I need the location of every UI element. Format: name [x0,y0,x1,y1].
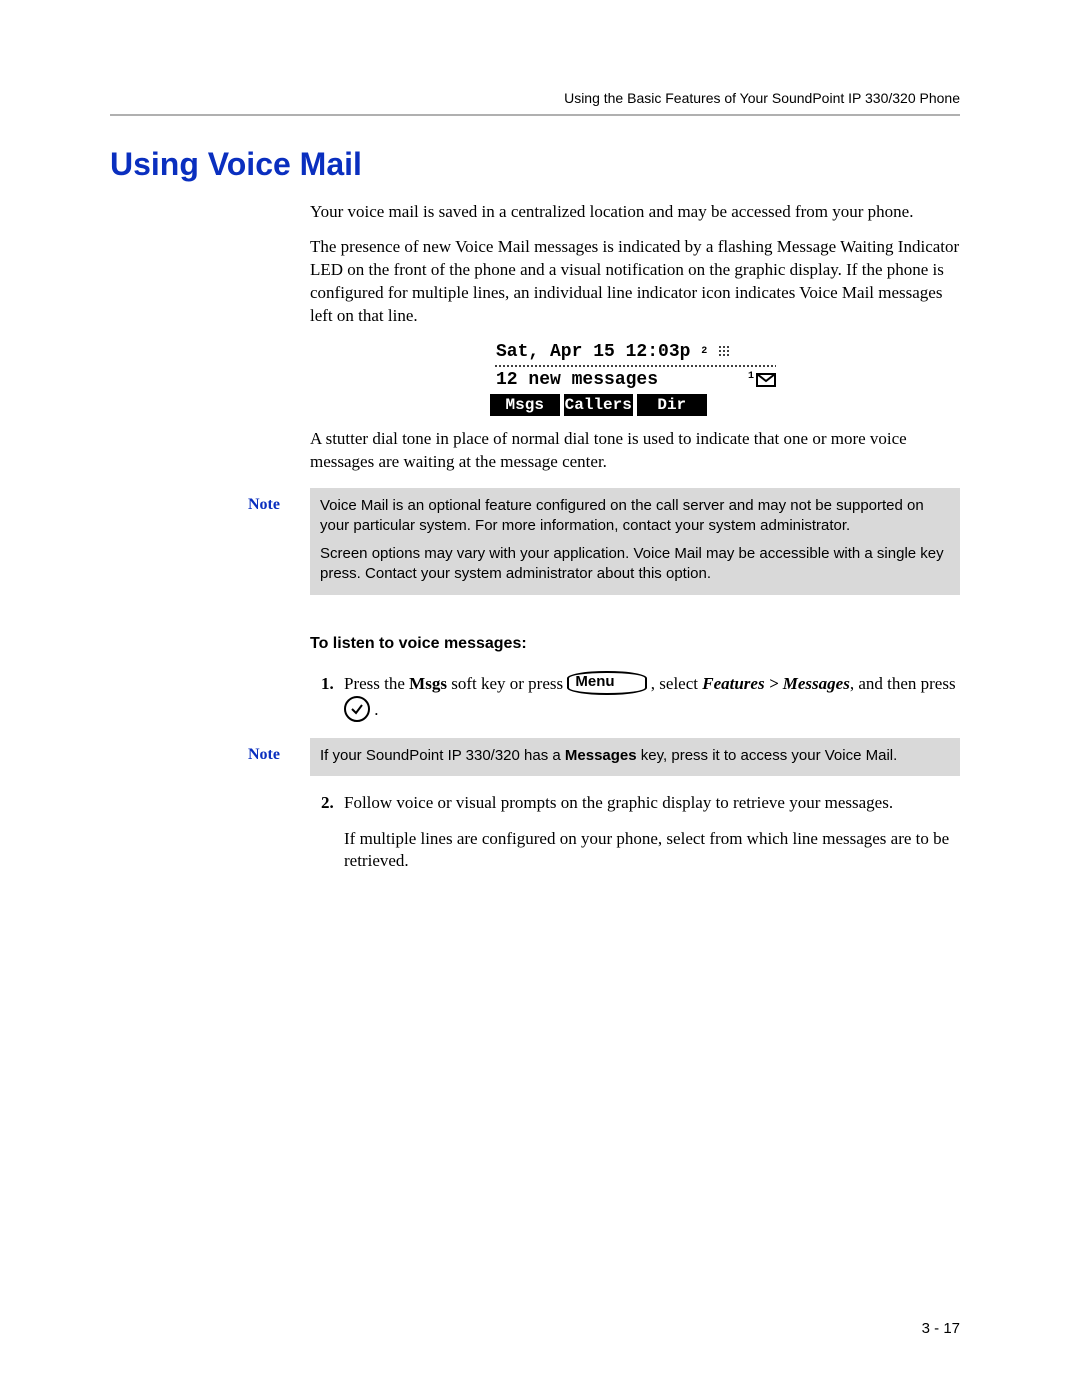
running-header: Using the Basic Features of Your SoundPo… [110,90,960,106]
note-body: If your SoundPoint IP 330/320 has a Mess… [310,738,960,776]
body-column: Your voice mail is saved in a centralize… [310,201,960,474]
note-paragraph: If your SoundPoint IP 330/320 has a Mess… [320,746,950,766]
note-label: Note [248,738,310,776]
note-paragraph: Voice Mail is an optional feature config… [320,496,950,537]
step-text-bold: Msgs [409,674,447,693]
note-text: If your SoundPoint IP 330/320 has a [320,747,565,764]
step-text: soft key or press [447,674,567,693]
softkey-blank [711,394,781,416]
step-list: Follow voice or visual prompts on the gr… [310,790,960,873]
note-text: key, press it to access your Voice Mail. [637,747,898,764]
phone-lcd: Sat, Apr 15 12:03p 2 12 new messages 1 [490,340,780,416]
grid-icon [718,345,730,357]
paragraph: Your voice mail is saved in a centralize… [310,201,960,224]
document-page: Using the Basic Features of Your SoundPo… [0,0,1080,1397]
note-block: Note If your SoundPoint IP 330/320 has a… [248,738,960,776]
section-title: Using Voice Mail [110,146,960,183]
lcd-message-row: 12 new messages 1 [490,368,780,392]
menu-path: Features > Messages [702,674,850,693]
body-column: To listen to voice messages: Press the M… [310,635,960,724]
body-column: Follow voice or visual prompts on the gr… [310,790,960,873]
note-paragraph: Screen options may vary with your applic… [320,544,950,585]
lcd-softkey-row: Msgs Callers Dir [490,394,780,416]
procedure-heading: To listen to voice messages: [310,635,960,653]
paragraph: The presence of new Voice Mail messages … [310,236,960,328]
paragraph: A stutter dial tone in place of normal d… [310,428,960,474]
lcd-message-text: 12 new messages [496,370,658,390]
lcd-msg-count: 1 [748,371,754,382]
step-text: Press the [344,674,409,693]
step-item: Follow voice or visual prompts on the gr… [338,790,960,873]
softkey: Dir [637,394,707,416]
softkey: Msgs [490,394,560,416]
step-item: Press the Msgs soft key or press Menu , … [338,671,960,724]
envelope-icon: 1 [748,373,776,387]
note-label: Note [248,488,310,595]
step-text: , and then press [850,674,956,693]
phone-display-figure: Sat, Apr 15 12:03p 2 12 new messages 1 [310,340,960,416]
lcd-datetime: Sat, Apr 15 12:03p [496,342,690,362]
note-body: Voice Mail is an optional feature config… [310,488,960,595]
lcd-top-row: Sat, Apr 15 12:03p 2 [490,340,780,364]
note-block: Note Voice Mail is an optional feature c… [248,488,960,595]
check-button-icon [344,696,370,722]
note-text-bold: Messages [565,747,637,764]
step-list: Press the Msgs soft key or press Menu , … [310,671,960,724]
lcd-superscript: 2 [701,346,707,357]
step-text: Follow voice or visual prompts on the gr… [344,793,893,812]
menu-button-icon: Menu [567,671,646,695]
header-rule [110,114,960,116]
step-text: , select [647,674,703,693]
step-text: If multiple lines are configured on your… [344,828,960,874]
softkey: Callers [564,394,634,416]
step-text: . [370,700,379,719]
page-number: 3 - 17 [922,1320,960,1337]
